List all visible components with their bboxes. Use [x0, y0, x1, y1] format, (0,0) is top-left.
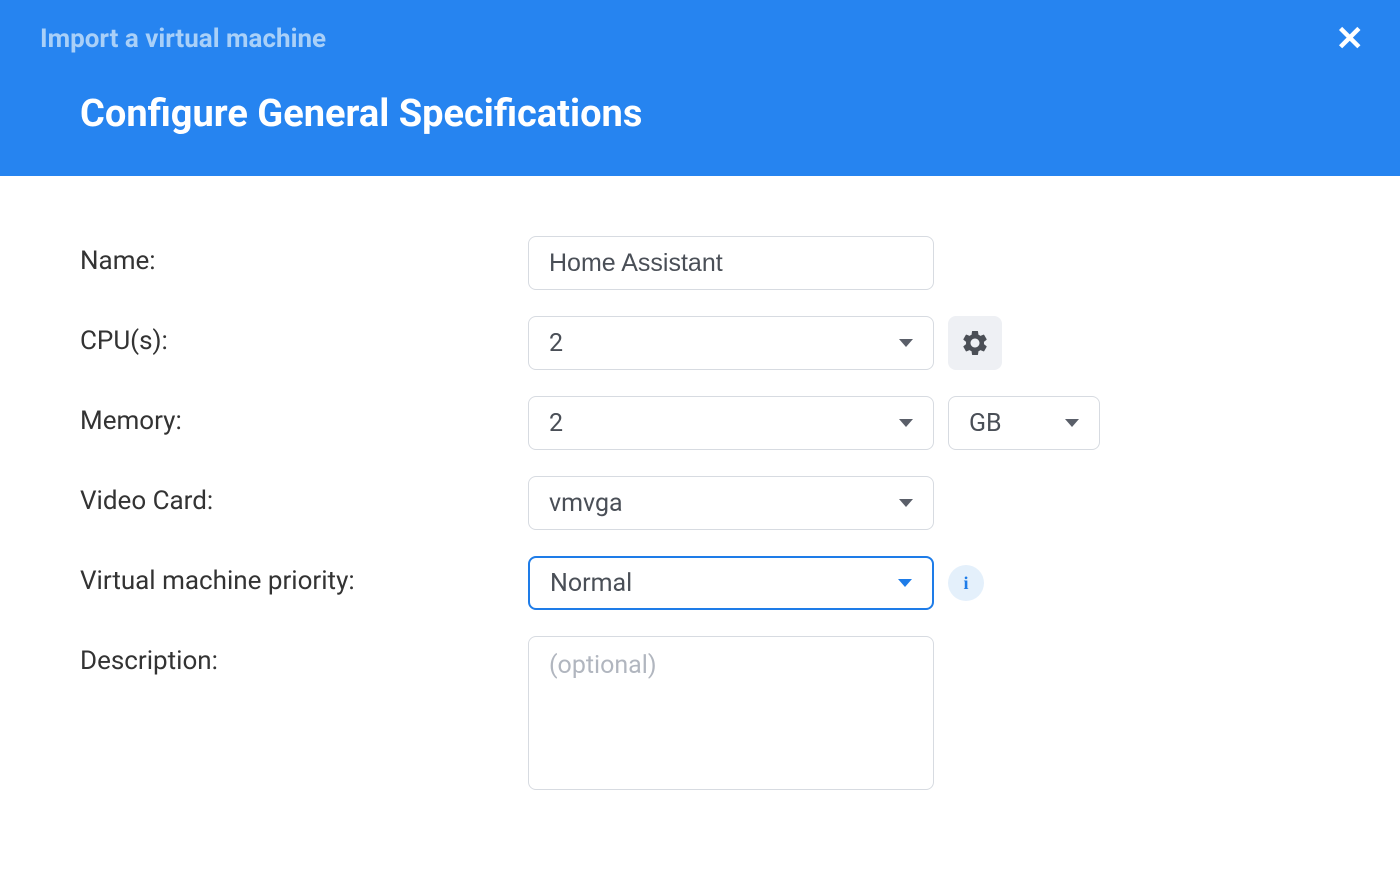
cpus-select[interactable]: 2: [528, 316, 934, 370]
row-description: Description:: [80, 636, 1320, 790]
description-textarea[interactable]: [528, 636, 934, 790]
breadcrumb: Import a virtual machine: [40, 24, 1360, 54]
dialog-header: Import a virtual machine Configure Gener…: [0, 0, 1400, 176]
row-name: Name:: [80, 236, 1320, 290]
priority-value: Normal: [550, 569, 898, 598]
memory-value: 2: [549, 409, 899, 438]
chevron-down-icon: [899, 339, 913, 347]
chevron-down-icon: [1065, 419, 1079, 427]
row-video-card: Video Card: vmvga: [80, 476, 1320, 530]
video-card-value: vmvga: [549, 489, 899, 518]
close-icon: ✕: [1336, 19, 1365, 59]
label-video-card: Video Card:: [80, 476, 528, 516]
close-button[interactable]: ✕: [1336, 22, 1365, 56]
label-description: Description:: [80, 636, 528, 676]
video-card-select[interactable]: vmvga: [528, 476, 934, 530]
label-cpus: CPU(s):: [80, 316, 528, 356]
info-icon: i: [963, 573, 968, 594]
row-memory: Memory: 2 GB: [80, 396, 1320, 450]
label-priority: Virtual machine priority:: [80, 556, 528, 596]
chevron-down-icon: [899, 419, 913, 427]
cpus-value: 2: [549, 329, 899, 358]
label-name: Name:: [80, 236, 528, 276]
priority-info-button[interactable]: i: [948, 565, 984, 601]
row-priority: Virtual machine priority: Normal i: [80, 556, 1320, 610]
name-input[interactable]: [528, 236, 934, 290]
row-cpus: CPU(s): 2: [80, 316, 1320, 370]
memory-unit-select[interactable]: GB: [948, 396, 1100, 450]
priority-select[interactable]: Normal: [528, 556, 934, 610]
memory-select[interactable]: 2: [528, 396, 934, 450]
gear-icon: [960, 328, 990, 358]
chevron-down-icon: [898, 579, 912, 587]
chevron-down-icon: [899, 499, 913, 507]
page-title: Configure General Specifications: [80, 92, 1360, 136]
label-memory: Memory:: [80, 396, 528, 436]
cpu-settings-button[interactable]: [948, 316, 1002, 370]
memory-unit-value: GB: [969, 409, 1065, 438]
form-container: Name: CPU(s): 2 Memory: 2: [0, 176, 1400, 876]
